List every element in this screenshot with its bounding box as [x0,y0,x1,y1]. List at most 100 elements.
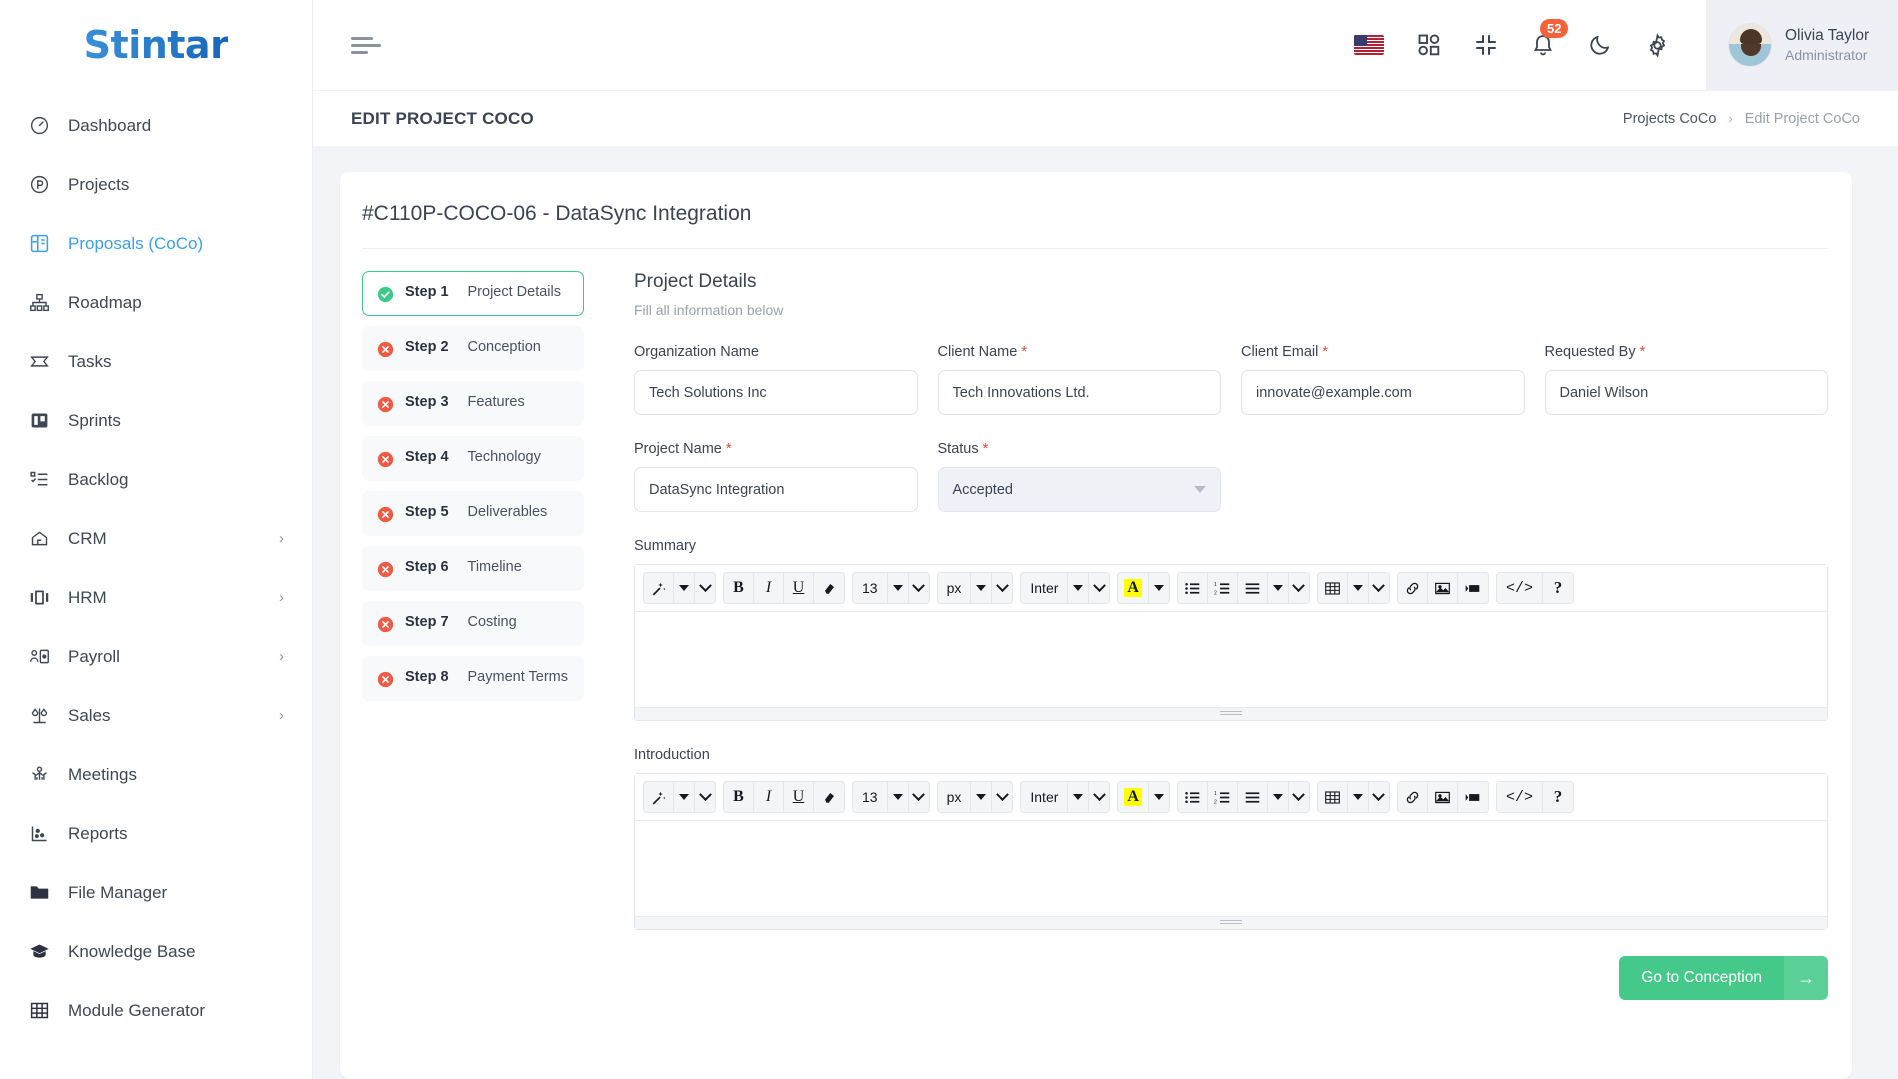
table-chevron-icon[interactable] [1368,782,1389,812]
video-icon[interactable] [1457,573,1488,603]
font-family-value[interactable]: Inter [1021,782,1069,812]
bullet-list-icon[interactable] [1177,782,1208,812]
size-unit-chevron-icon[interactable] [992,782,1013,812]
highlight-caret[interactable] [1148,782,1169,812]
step-item-6[interactable]: Step 6 Timeline [362,546,584,591]
sidebar-item-sprints[interactable]: Sprints [0,391,312,450]
font-family-caret[interactable] [1068,573,1090,603]
sidebar-item-hrm[interactable]: HRM › [0,568,312,627]
requested-by-input[interactable] [1544,370,1828,415]
sidebar-item-file-manager[interactable]: File Manager [0,863,312,922]
breadcrumb-parent-link[interactable]: Projects CoCo [1623,111,1716,127]
summary-editor-resize-handle[interactable] [635,707,1827,720]
font-size-value[interactable]: 13 [853,573,888,603]
highlight-color-button[interactable]: A [1118,573,1149,603]
size-unit-caret[interactable] [971,782,993,812]
magic-chevron-icon[interactable] [695,782,715,812]
sidebar-item-module-generator[interactable]: Module Generator [0,981,312,1040]
hamburger-icon[interactable] [351,33,381,58]
step-item-3[interactable]: Step 3 Features [362,381,584,426]
magic-dropdown-caret[interactable] [674,573,695,603]
align-icon[interactable] [1237,573,1268,603]
font-family-value[interactable]: Inter [1021,573,1069,603]
sidebar-item-dashboard[interactable]: Dashboard [0,96,312,155]
project-name-input[interactable] [634,467,918,512]
italic-button[interactable]: I [754,782,784,812]
magic-dropdown-caret[interactable] [674,782,695,812]
code-view-button[interactable]: </> [1496,782,1543,812]
video-icon[interactable] [1457,782,1488,812]
table-icon[interactable] [1317,573,1348,603]
font-size-caret[interactable] [887,573,909,603]
sidebar-item-crm[interactable]: CRM › [0,509,312,568]
font-size-value[interactable]: 13 [853,782,888,812]
size-unit-chevron-icon[interactable] [992,573,1013,603]
font-family-caret[interactable] [1068,782,1090,812]
gear-icon[interactable] [1645,32,1670,58]
font-size-chevron-icon[interactable] [908,782,929,812]
organization-name-input[interactable] [634,370,918,415]
bold-button[interactable]: B [724,573,754,603]
font-size-caret[interactable] [887,782,909,812]
table-chevron-icon[interactable] [1368,573,1389,603]
numbered-list-icon[interactable]: 12 [1207,573,1238,603]
magic-chevron-icon[interactable] [695,573,715,603]
link-icon[interactable] [1397,782,1428,812]
summary-editor-body[interactable] [635,612,1827,707]
introduction-editor-body[interactable] [635,821,1827,916]
client-email-input[interactable] [1241,370,1525,415]
collapse-fullscreen-icon[interactable] [1474,33,1498,57]
brand-logo[interactable]: Stintar [0,0,312,90]
align-chevron-icon[interactable] [1288,782,1309,812]
bullet-list-icon[interactable] [1177,573,1208,603]
code-view-button[interactable]: </> [1496,573,1543,603]
size-unit-caret[interactable] [971,573,993,603]
sidebar-item-reports[interactable]: Reports [0,804,312,863]
step-item-8[interactable]: Step 8 Payment Terms [362,656,584,701]
italic-button[interactable]: I [754,573,784,603]
sidebar-item-proposals[interactable]: Proposals (CoCo) [0,214,312,273]
size-unit-value[interactable]: px [937,573,972,603]
step-item-4[interactable]: Step 4 Technology [362,436,584,481]
clear-format-icon[interactable] [814,782,844,812]
font-family-chevron-icon[interactable] [1089,782,1110,812]
highlight-caret[interactable] [1148,573,1169,603]
apps-grid-icon[interactable] [1417,33,1441,57]
magic-wand-icon[interactable] [644,782,674,812]
sidebar-item-backlog[interactable]: Backlog [0,450,312,509]
font-size-chevron-icon[interactable] [908,573,929,603]
underline-button[interactable]: U [784,782,814,812]
step-item-1[interactable]: Step 1 Project Details [362,271,584,316]
sidebar-item-sales[interactable]: Sales › [0,686,312,745]
font-family-chevron-icon[interactable] [1089,573,1110,603]
sidebar-item-projects[interactable]: Projects [0,155,312,214]
client-name-input[interactable] [937,370,1221,415]
highlight-color-button[interactable]: A [1118,782,1149,812]
image-icon[interactable] [1427,782,1458,812]
step-item-2[interactable]: Step 2 Conception [362,326,584,371]
clear-format-icon[interactable] [814,573,844,603]
numbered-list-icon[interactable]: 12 [1207,782,1238,812]
help-button[interactable]: ? [1542,782,1573,812]
align-icon[interactable] [1237,782,1268,812]
bold-button[interactable]: B [724,782,754,812]
help-button[interactable]: ? [1542,573,1573,603]
introduction-editor-resize-handle[interactable] [635,916,1827,929]
align-caret[interactable] [1267,782,1289,812]
image-icon[interactable] [1427,573,1458,603]
size-unit-value[interactable]: px [937,782,972,812]
sidebar-item-payroll[interactable]: Payroll › [0,627,312,686]
us-flag-icon[interactable] [1354,35,1384,55]
table-caret[interactable] [1347,573,1369,603]
step-item-5[interactable]: Step 5 Deliverables [362,491,584,536]
table-caret[interactable] [1347,782,1369,812]
magic-wand-icon[interactable] [644,573,674,603]
moon-icon[interactable] [1588,33,1612,57]
go-to-conception-button[interactable]: Go to Conception → [1619,956,1828,1000]
sidebar-item-meetings[interactable]: Meetings [0,745,312,804]
table-icon[interactable] [1317,782,1348,812]
link-icon[interactable] [1397,573,1428,603]
underline-button[interactable]: U [784,573,814,603]
status-select[interactable]: Accepted [937,467,1221,512]
step-item-7[interactable]: Step 7 Costing [362,601,584,646]
